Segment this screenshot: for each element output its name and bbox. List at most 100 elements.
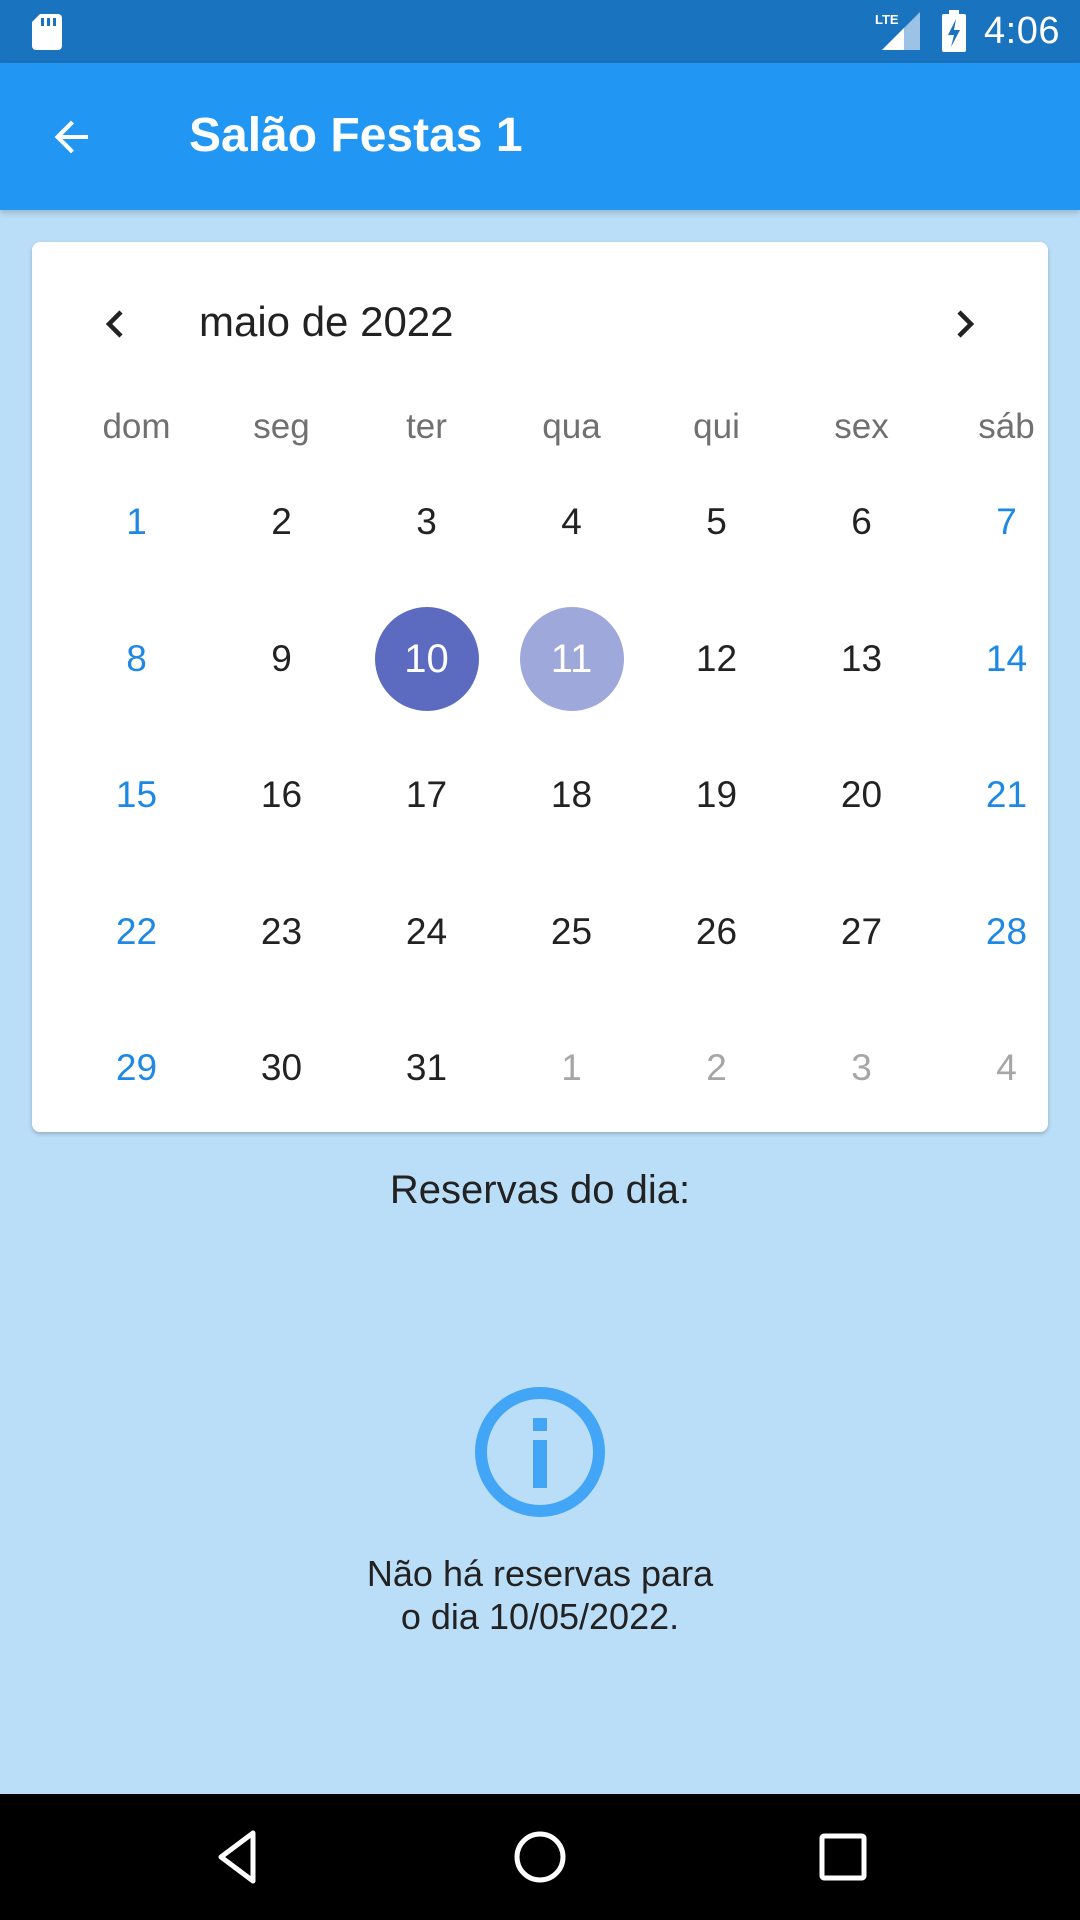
calendar-card: maio de 2022 dom seg ter qua qui sex sáb 12345… [32,242,1048,1132]
day-circle: 17 [375,743,479,847]
day-number: 3 [851,1047,872,1088]
day-number: 2 [271,501,292,542]
day-circle: 16 [230,743,334,847]
day-circle: 31 [375,1016,479,1120]
calendar-day-outside-month[interactable]: 2 [644,1008,789,1128]
day-circle: 26 [665,880,769,984]
app-bar: Salão Festas 1 [0,63,1080,210]
calendar-day[interactable]: 10 [354,599,499,719]
day-number: 7 [996,501,1017,542]
previous-month-button[interactable] [84,292,148,356]
day-number: 4 [996,1047,1017,1088]
weekday-label: dom [102,407,171,446]
day-circle: 20 [810,743,914,847]
day-circle: 14 [955,607,1059,711]
day-circle: 7 [955,470,1059,574]
calendar-day[interactable]: 30 [209,1008,354,1128]
calendar-day[interactable]: 9 [209,599,354,719]
day-circle: 9 [230,607,334,711]
day-circle: 4 [955,1016,1059,1120]
calendar-day[interactable]: 3 [354,462,499,582]
calendar-day[interactable]: 15 [64,735,209,855]
calendar-day[interactable]: 7 [934,462,1079,582]
calendar-day[interactable]: 25 [499,872,644,992]
calendar-day[interactable]: 4 [499,462,644,582]
day-circle: 3 [810,1016,914,1120]
month-title: maio de 2022 [199,298,454,345]
next-month-button[interactable] [932,292,996,356]
calendar-day-outside-month[interactable]: 3 [789,1008,934,1128]
day-circle: 3 [375,470,479,574]
calendar-day[interactable]: 5 [644,462,789,582]
day-number: 4 [561,501,582,542]
calendar-day[interactable]: 31 [354,1008,499,1128]
nav-home-button[interactable] [495,1814,585,1900]
calendar-day[interactable]: 8 [64,599,209,719]
day-circle: 10 [374,607,479,711]
calendar-day[interactable]: 2 [209,462,354,582]
calendar-day[interactable]: 28 [934,872,1079,992]
calendar-day-outside-month[interactable]: 1 [499,1008,644,1128]
calendar-day[interactable]: 18 [499,735,644,855]
day-circle: 22 [85,880,189,984]
back-button[interactable] [36,105,108,169]
calendar-day-outside-month[interactable]: 4 [934,1008,1079,1128]
lte-signal-icon: LTE [875,12,920,50]
day-circle: 2 [665,1016,769,1120]
home-circle-icon [514,1831,566,1883]
nav-back-button[interactable] [192,1814,282,1900]
day-circle: 15 [85,743,189,847]
day-number: 11 [550,637,593,681]
calendar-day[interactable]: 11 [499,599,644,719]
day-circle: 2 [230,470,334,574]
nav-recents-button[interactable] [798,1814,888,1900]
calendar-day[interactable]: 21 [934,735,1079,855]
day-number: 30 [260,1047,303,1088]
day-circle: 6 [810,470,914,574]
info-icon [475,1387,605,1517]
calendar-day[interactable]: 13 [789,599,934,719]
calendar-day[interactable]: 17 [354,735,499,855]
calendar-day[interactable]: 1 [64,462,209,582]
weekday-label: qua [542,407,601,446]
calendar-day[interactable]: 16 [209,735,354,855]
calendar-day[interactable]: 23 [209,872,354,992]
page-title: Salão Festas 1 [189,109,523,162]
day-circle: 12 [665,607,769,711]
calendar-day[interactable]: 14 [934,599,1079,719]
day-number: 15 [115,774,158,815]
calendar-day[interactable]: 26 [644,872,789,992]
day-number: 14 [985,638,1028,679]
chevron-left-icon [105,310,123,338]
day-number: 5 [706,501,727,542]
calendar-day[interactable]: 20 [789,735,934,855]
day-number: 9 [271,638,292,679]
day-number: 22 [115,911,158,952]
calendar-day[interactable]: 27 [789,872,934,992]
day-circle: 1 [520,1016,624,1120]
calendar-day[interactable]: 24 [354,872,499,992]
day-number: 25 [550,911,593,952]
day-circle: 27 [810,880,914,984]
day-number: 16 [260,774,303,815]
day-circle: 30 [230,1016,334,1120]
calendar-day[interactable]: 12 [644,599,789,719]
day-circle: 21 [955,743,1059,847]
weekday-label: sex [834,407,889,446]
recents-square-icon [819,1833,867,1881]
day-circle: 11 [519,607,624,711]
day-number: 1 [126,501,147,542]
calendar-day[interactable]: 6 [789,462,934,582]
calendar-day[interactable]: 19 [644,735,789,855]
day-circle: 13 [810,607,914,711]
day-circle: 19 [665,743,769,847]
calendar-day[interactable]: 29 [64,1008,209,1128]
calendar-day[interactable]: 22 [64,872,209,992]
status-clock: 4:06 [984,10,1060,52]
day-circle: 29 [85,1016,189,1120]
day-number: 31 [405,1047,448,1088]
day-circle: 4 [520,470,624,574]
battery-charging-icon [942,10,966,52]
day-number: 19 [695,774,738,815]
day-number: 23 [260,911,303,952]
